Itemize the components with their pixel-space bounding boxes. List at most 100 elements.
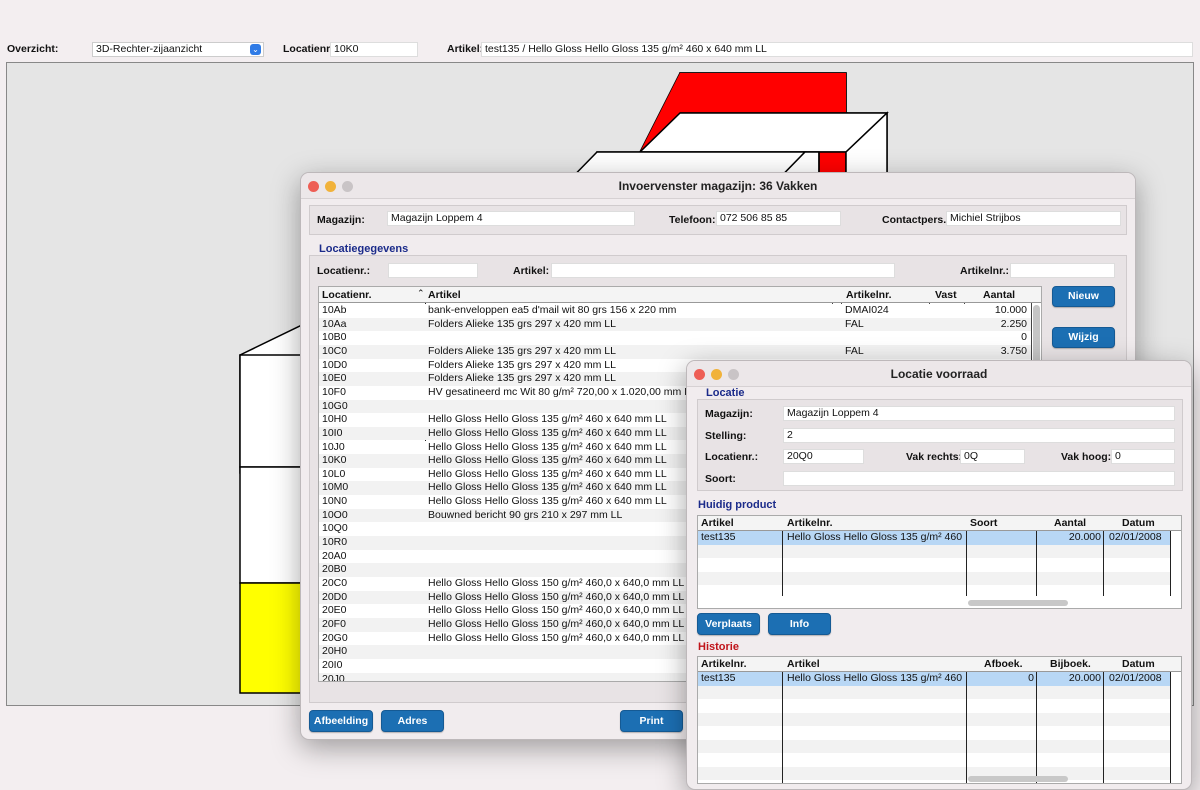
info-button[interactable]: Info bbox=[768, 613, 831, 635]
hcol-artikelnr[interactable]: Artikelnr. bbox=[701, 658, 747, 670]
overzicht-select[interactable]: 3D-Rechter-zijaanzicht ⌄ bbox=[92, 42, 264, 57]
table-scrollbar[interactable] bbox=[1033, 305, 1040, 365]
filter-artikelnr-input[interactable] bbox=[1010, 263, 1115, 278]
table-cell: 10H0 bbox=[322, 413, 348, 426]
table-row[interactable] bbox=[698, 699, 1170, 713]
hcol-artikel[interactable]: Artikel bbox=[787, 658, 820, 670]
soort-field[interactable] bbox=[783, 471, 1175, 486]
adres-button[interactable]: Adres bbox=[381, 710, 444, 732]
table-row[interactable]: 10Aa Folders Alieke 135 grs 297 x 420 mm … bbox=[319, 317, 1031, 332]
table-row[interactable]: 10C0 Folders Alieke 135 grs 297 x 420 mm … bbox=[319, 344, 1031, 359]
pcol-datum[interactable]: Datum bbox=[1122, 517, 1155, 529]
print-button[interactable]: Print bbox=[620, 710, 683, 732]
table-row[interactable]: test135 Hello Gloss Hello Gloss 135 g/m² … bbox=[698, 672, 1170, 686]
table-cell: 20I0 bbox=[322, 658, 343, 671]
top-artikel-field[interactable]: test135 / Hello Gloss Hello Gloss 135 g/… bbox=[481, 42, 1193, 57]
table-cell: 3.750 bbox=[1000, 344, 1027, 357]
col-divider bbox=[1103, 672, 1104, 783]
table-row[interactable]: 10B0 0 bbox=[319, 331, 1031, 345]
verplaats-button[interactable]: Verplaats bbox=[697, 613, 760, 635]
filter-locatienr-label: Locatienr.: bbox=[317, 265, 371, 277]
table-row[interactable] bbox=[698, 766, 1170, 780]
afbeelding-button[interactable]: Afbeelding bbox=[309, 710, 373, 732]
pcol-artikel[interactable]: Artikel bbox=[701, 517, 734, 529]
historie-hscrollbar[interactable] bbox=[968, 776, 1068, 782]
historie-title: Historie bbox=[698, 641, 739, 653]
table-row[interactable] bbox=[698, 571, 1170, 585]
table-cell: 10K0 bbox=[322, 454, 347, 467]
contactpers-field[interactable]: Michiel Strijbos bbox=[946, 211, 1121, 226]
hcol-bijboek[interactable]: Bijboek. bbox=[1050, 658, 1091, 670]
stelling-field[interactable]: 2 bbox=[783, 428, 1175, 443]
table-row[interactable] bbox=[698, 558, 1170, 572]
col-artikelnr[interactable]: Artikelnr. bbox=[846, 289, 892, 301]
table-row[interactable] bbox=[698, 753, 1170, 767]
table-cell: FAL bbox=[845, 344, 864, 357]
table-cell: 10R0 bbox=[322, 536, 348, 549]
table-row[interactable] bbox=[698, 726, 1170, 740]
filter-locatienr-input[interactable] bbox=[388, 263, 478, 278]
col-locatienr[interactable]: Locatienr. bbox=[322, 289, 372, 301]
stelling-label: Stelling: bbox=[705, 430, 747, 442]
locatie-voorraad-window[interactable]: Locatie voorraad Locatie Magazijn: Magaz… bbox=[686, 360, 1192, 790]
product-hscrollbar[interactable] bbox=[968, 600, 1068, 606]
col-divider bbox=[1170, 672, 1171, 783]
table-row[interactable] bbox=[698, 544, 1170, 558]
nieuw-button[interactable]: Nieuw bbox=[1052, 286, 1115, 307]
table-cell: 20G0 bbox=[322, 631, 348, 644]
pcol-aantal[interactable]: Aantal bbox=[1054, 517, 1086, 529]
table-row[interactable] bbox=[698, 585, 1170, 599]
col-artikel[interactable]: Artikel bbox=[428, 289, 461, 301]
vakhoog-label: Vak hoog: bbox=[1061, 451, 1112, 463]
col-divider bbox=[1170, 531, 1171, 596]
table-cell: 02/01/2008 bbox=[1109, 531, 1162, 543]
table-cell: 20F0 bbox=[322, 617, 346, 630]
locatiegegevens-title: Locatiegegevens bbox=[319, 243, 409, 255]
hcol-afboek[interactable]: Afboek. bbox=[984, 658, 1023, 670]
table-cell: 20.000 bbox=[1068, 672, 1101, 684]
zoom-icon[interactable] bbox=[342, 181, 353, 192]
dropdown-chevron-icon[interactable]: ⌄ bbox=[250, 44, 261, 55]
table-row[interactable] bbox=[698, 739, 1170, 753]
table-row[interactable]: test135 Hello Gloss Hello Gloss 135 g/m² … bbox=[698, 531, 1170, 545]
filter-artikel-label: Artikel: bbox=[513, 265, 550, 277]
sort-up-icon[interactable]: ⌃ bbox=[417, 288, 425, 299]
table-cell: 10G0 bbox=[322, 399, 348, 412]
hcol-datum[interactable]: Datum bbox=[1122, 658, 1155, 670]
wijzig-button[interactable]: Wijzig bbox=[1052, 327, 1115, 348]
huidig-product-table[interactable]: Artikel Artikelnr. Soort Aantal Datum te… bbox=[697, 515, 1182, 609]
loc-magazijn-field[interactable]: Magazijn Loppem 4 bbox=[783, 406, 1175, 421]
historie-table[interactable]: Artikelnr. Artikel Afboek. Bijboek. Datu… bbox=[697, 656, 1182, 784]
huidig-product-title: Huidig product bbox=[698, 499, 777, 511]
close-icon[interactable] bbox=[308, 181, 319, 192]
close-icon[interactable] bbox=[694, 369, 705, 380]
invoer-titlebar[interactable]: Invoervenster magazijn: 36 Vakken bbox=[301, 173, 1135, 199]
top-artikel-label: Artikel: bbox=[447, 43, 484, 55]
locatie-titlebar[interactable]: Locatie voorraad bbox=[687, 361, 1191, 387]
table-cell: 10F0 bbox=[322, 385, 346, 398]
minimize-icon[interactable] bbox=[325, 181, 336, 192]
historie-table-header bbox=[698, 657, 1181, 672]
minimize-icon[interactable] bbox=[711, 369, 722, 380]
telefoon-field[interactable]: 072 506 85 85 bbox=[716, 211, 841, 226]
magazijn-field[interactable]: Magazijn Loppem 4 bbox=[387, 211, 635, 226]
zoom-icon[interactable] bbox=[728, 369, 739, 380]
table-cell: 10C0 bbox=[322, 344, 348, 357]
top-locatienr-field[interactable]: 10K0 bbox=[330, 42, 418, 57]
vakhoog-field[interactable]: 0 bbox=[1111, 449, 1175, 464]
pcol-artikelnr[interactable]: Artikelnr. bbox=[787, 517, 833, 529]
table-cell: 20H0 bbox=[322, 645, 348, 658]
loc-locatienr-field[interactable]: 20Q0 bbox=[783, 449, 864, 464]
table-cell: 10I0 bbox=[322, 426, 343, 439]
table-cell: 02/01/2008 bbox=[1109, 672, 1162, 684]
table-row[interactable]: 10Ab bank-enveloppen ea5 d'mail wit 80 gr… bbox=[319, 304, 1031, 318]
vakrechts-field[interactable]: 0Q bbox=[960, 449, 1025, 464]
col-aantal[interactable]: Aantal bbox=[983, 289, 1015, 301]
table-row[interactable] bbox=[698, 712, 1170, 726]
pcol-soort[interactable]: Soort bbox=[970, 517, 997, 529]
table-row[interactable] bbox=[698, 685, 1170, 699]
contactpers-label: Contactpers.: bbox=[882, 214, 950, 226]
col-vast[interactable]: Vast bbox=[935, 289, 957, 301]
table-cell: 10Aa bbox=[322, 317, 347, 330]
filter-artikel-input[interactable] bbox=[551, 263, 895, 278]
